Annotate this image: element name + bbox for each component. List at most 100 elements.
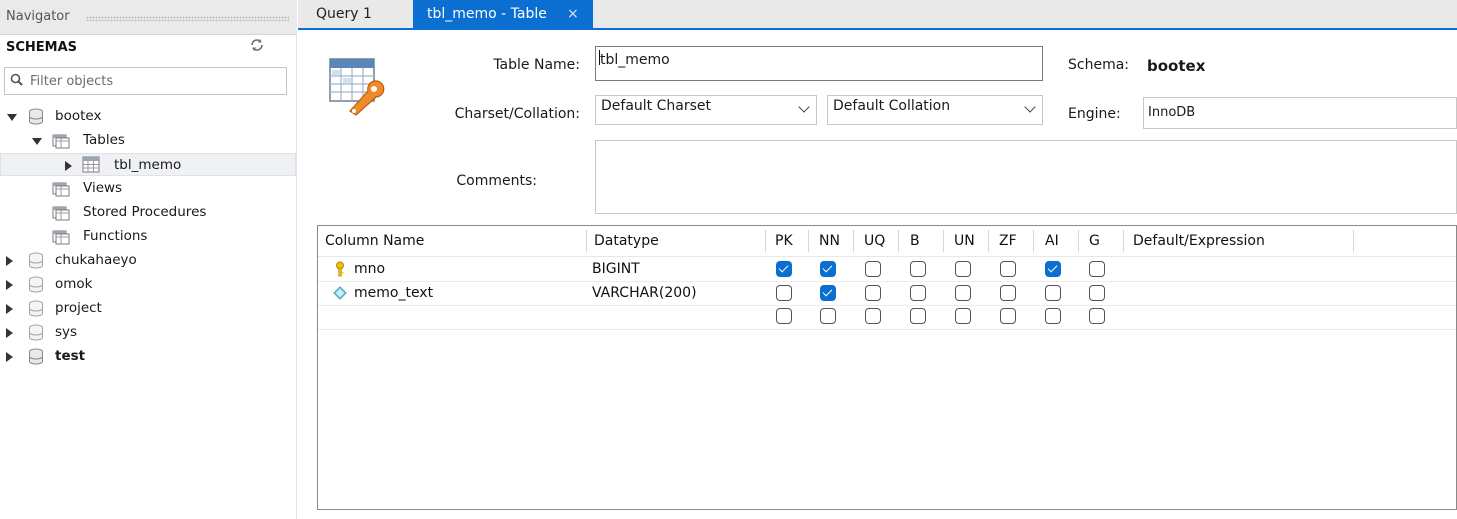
- b-checkbox[interactable]: [910, 261, 926, 277]
- tree-item-test[interactable]: test: [0, 345, 297, 368]
- pk-checkbox[interactable]: [776, 261, 792, 277]
- folder-procedures-icon: [52, 204, 70, 221]
- expand-arrow-icon[interactable]: [6, 352, 13, 362]
- tree-label-views: Views: [83, 180, 123, 196]
- expand-arrow-icon[interactable]: [6, 304, 13, 314]
- uq-checkbox[interactable]: [865, 308, 881, 324]
- tree-item-chukahaeyo[interactable]: chukahaeyo: [0, 249, 297, 272]
- header-divider: [898, 230, 899, 252]
- un-checkbox[interactable]: [955, 308, 971, 324]
- uq-checkbox[interactable]: [865, 261, 881, 277]
- charset-value: Default Charset: [601, 98, 711, 114]
- filter-box: [4, 67, 287, 95]
- g-checkbox[interactable]: [1089, 261, 1105, 277]
- column-header-ai[interactable]: AI: [1045, 226, 1059, 256]
- tree-label-stored-procedures: Stored Procedures: [83, 204, 207, 220]
- header-divider: [1123, 230, 1124, 252]
- b-checkbox[interactable]: [910, 308, 926, 324]
- tree-label-tbl-memo: tbl_memo: [114, 157, 182, 173]
- column-header-un[interactable]: UN: [954, 226, 975, 256]
- g-checkbox[interactable]: [1089, 285, 1105, 301]
- search-icon: [9, 72, 25, 88]
- column-header-default-expression[interactable]: Default/Expression: [1133, 226, 1265, 256]
- collation-select[interactable]: Default Collation: [827, 95, 1043, 125]
- column-header-pk[interactable]: PK: [775, 226, 793, 256]
- chevron-down-icon: [1024, 101, 1036, 113]
- table-name-field[interactable]: tbl_memo: [595, 46, 1043, 81]
- tree-label-bootex: bootex: [55, 108, 102, 124]
- tree-item-sys[interactable]: sys: [0, 321, 297, 344]
- column-header-nn[interactable]: NN: [819, 226, 840, 256]
- table-edit-icon: [328, 55, 390, 117]
- collation-value: Default Collation: [833, 98, 951, 114]
- tab-bar: Query 1 tbl_memo - Table ×: [298, 0, 1457, 30]
- navigator-header: Navigator: [0, 0, 297, 35]
- expand-arrow-icon[interactable]: [32, 138, 42, 145]
- nn-checkbox[interactable]: [820, 308, 836, 324]
- column-header-uq[interactable]: UQ: [864, 226, 885, 256]
- tab-query-1-label: Query 1: [316, 6, 372, 22]
- tree-label-omok: omok: [55, 276, 93, 292]
- ai-checkbox[interactable]: [1045, 261, 1061, 277]
- g-checkbox[interactable]: [1089, 308, 1105, 324]
- un-checkbox[interactable]: [955, 261, 971, 277]
- pk-checkbox[interactable]: [776, 308, 792, 324]
- column-name-cell[interactable]: mno: [354, 258, 385, 281]
- row-separator: [318, 329, 1456, 330]
- nn-checkbox[interactable]: [820, 261, 836, 277]
- tree-label-project: project: [55, 300, 102, 316]
- ai-checkbox[interactable]: [1045, 308, 1061, 324]
- tab-tbl-memo-table[interactable]: tbl_memo - Table ×: [413, 0, 593, 28]
- pk-checkbox[interactable]: [776, 285, 792, 301]
- tree-item-project[interactable]: project: [0, 297, 297, 320]
- nn-checkbox[interactable]: [820, 285, 836, 301]
- ai-checkbox[interactable]: [1045, 285, 1061, 301]
- text-caret: [599, 50, 600, 65]
- column-header-g[interactable]: G: [1089, 226, 1100, 256]
- filter-input[interactable]: [30, 72, 280, 90]
- tree-item-bootex[interactable]: bootex: [0, 105, 297, 128]
- un-checkbox[interactable]: [955, 285, 971, 301]
- column-header-datatype[interactable]: Datatype: [594, 226, 659, 256]
- datatype-cell[interactable]: VARCHAR(200): [592, 282, 697, 305]
- header-divider: [586, 230, 587, 252]
- tree-item-tbl-memo[interactable]: tbl_memo: [0, 153, 296, 176]
- tree-item-stored-procedures[interactable]: Stored Procedures: [0, 201, 297, 224]
- expand-arrow-icon[interactable]: [7, 114, 17, 121]
- expand-arrow-icon[interactable]: [65, 161, 72, 171]
- folder-functions-icon: [52, 228, 70, 245]
- comments-textarea[interactable]: [595, 140, 1457, 214]
- charset-select[interactable]: Default Charset: [595, 95, 817, 125]
- table-editor: Table Name: tbl_memo Schema: bootex Char…: [298, 32, 1457, 519]
- tree-label-functions: Functions: [83, 228, 148, 244]
- column-diamond-icon: [333, 286, 347, 300]
- tree-item-functions[interactable]: Functions: [0, 225, 297, 248]
- expand-arrow-icon[interactable]: [6, 280, 13, 290]
- zf-checkbox[interactable]: [1000, 261, 1016, 277]
- tab-tbl-memo-label: tbl_memo - Table: [427, 6, 547, 22]
- charset-collation-label: Charset/Collation:: [454, 106, 580, 122]
- b-checkbox[interactable]: [910, 285, 926, 301]
- tree-item-omok[interactable]: omok: [0, 273, 297, 296]
- header-divider: [853, 230, 854, 252]
- tab-query-1[interactable]: Query 1: [302, 0, 408, 28]
- engine-select[interactable]: InnoDB: [1143, 97, 1457, 129]
- schema-label: Schema:: [1068, 57, 1130, 73]
- refresh-icon[interactable]: [248, 38, 266, 56]
- column-header-b[interactable]: B: [910, 226, 920, 256]
- navigator-drag-handle[interactable]: [86, 16, 289, 21]
- column-header-zf[interactable]: ZF: [999, 226, 1017, 256]
- expand-arrow-icon[interactable]: [6, 328, 13, 338]
- uq-checkbox[interactable]: [865, 285, 881, 301]
- tree-item-views[interactable]: Views: [0, 177, 297, 200]
- tree-item-tables[interactable]: Tables: [0, 129, 297, 152]
- column-name-cell[interactable]: memo_text: [354, 282, 433, 305]
- zf-checkbox[interactable]: [1000, 308, 1016, 324]
- table-name-value: tbl_memo: [600, 52, 670, 68]
- header-divider: [808, 230, 809, 252]
- datatype-cell[interactable]: BIGINT: [592, 258, 640, 281]
- column-header-column-name[interactable]: Column Name: [325, 226, 424, 256]
- expand-arrow-icon[interactable]: [6, 256, 13, 266]
- zf-checkbox[interactable]: [1000, 285, 1016, 301]
- close-icon[interactable]: ×: [567, 0, 579, 28]
